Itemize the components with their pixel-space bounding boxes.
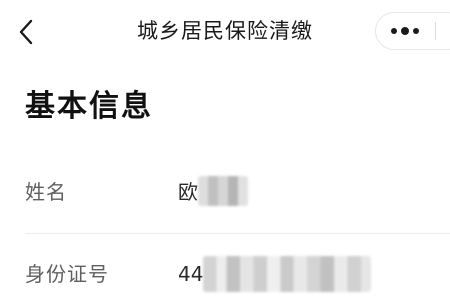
insurance-payment-screen: 城乡居民保险清缴 基本信息 姓名 欧 身份证号 44	[0, 0, 450, 300]
name-privacy-blur	[198, 176, 248, 206]
row-divider	[25, 233, 450, 234]
id-number-label: 身份证号	[25, 262, 109, 286]
top-navbar: 城乡居民保险清缴	[0, 0, 450, 62]
capsule-divider	[435, 22, 436, 40]
dot	[401, 27, 409, 35]
more-button[interactable]	[380, 13, 430, 49]
more-dots-icon	[391, 27, 419, 35]
section-title: 基本信息	[25, 89, 153, 124]
dot	[413, 28, 419, 34]
id-number-privacy-blur	[203, 256, 371, 292]
name-label: 姓名	[25, 180, 67, 204]
name-value: 欧	[178, 180, 198, 204]
id-number-value: 44	[178, 262, 204, 286]
dot	[391, 28, 397, 34]
